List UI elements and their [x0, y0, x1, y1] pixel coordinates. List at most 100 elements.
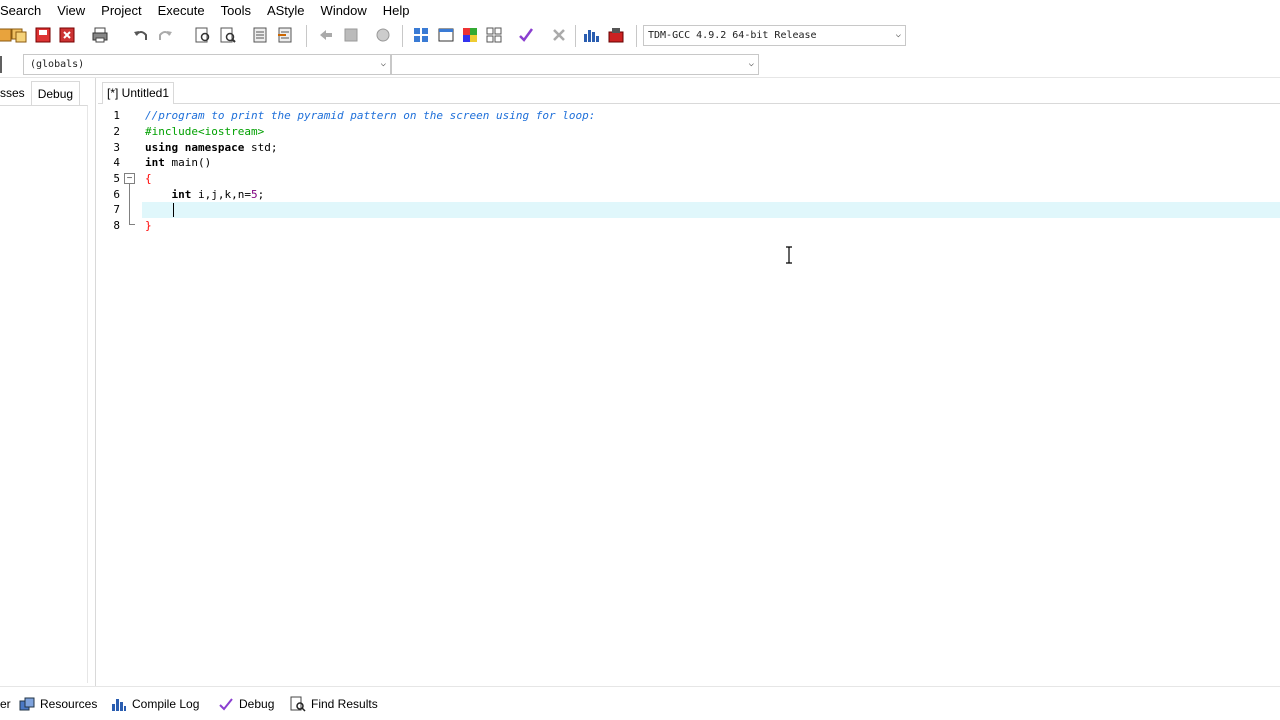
code-line-7 — [145, 202, 172, 218]
tab-classes[interactable]: sses — [0, 81, 31, 105]
toolbar-separator — [402, 25, 403, 47]
current-line-highlight — [142, 202, 1280, 218]
compiler-select[interactable]: TDM-GCC 4.9.2 64-bit Release ⌵ — [643, 25, 906, 46]
print-icon[interactable] — [90, 25, 110, 45]
compiler-select-value: TDM-GCC 4.9.2 64-bit Release — [648, 30, 817, 41]
toolbar-separator — [575, 25, 576, 47]
run-icon[interactable] — [436, 25, 456, 45]
save-all-icon[interactable] — [33, 25, 53, 45]
bottom-panel-tabs: er Resources Compile Log Debug Find Resu… — [0, 686, 1280, 720]
code-text: ; — [257, 188, 265, 201]
profile-icon[interactable] — [606, 25, 626, 45]
tab-resources[interactable]: Resources — [19, 693, 97, 715]
tab-debug-output[interactable]: Debug — [218, 693, 274, 715]
text-caret — [173, 203, 174, 217]
tab-resources-label: Resources — [40, 697, 98, 711]
menu-view[interactable]: View — [49, 0, 93, 21]
code-keyword: int — [145, 156, 165, 169]
code-line-8: } — [145, 218, 152, 234]
code-keyword: int — [171, 188, 192, 201]
menu-project[interactable]: Project — [93, 0, 149, 21]
line-gutter: 1 2 3 4 5 6 7 8 − — [98, 105, 138, 685]
scope-select-value: (globals) — [30, 59, 85, 70]
code-text: std; — [244, 141, 278, 154]
code-preprocessor: #include<iostream> — [145, 125, 265, 138]
fold-guide-end — [129, 224, 135, 225]
menu-bar: Search View Project Execute Tools AStyle… — [0, 0, 1280, 21]
main-toolbar — [0, 21, 1280, 51]
line-number: 2 — [113, 125, 120, 138]
bookmark-icon[interactable] — [373, 25, 393, 45]
fold-guide — [129, 184, 130, 224]
menu-window[interactable]: Window — [313, 0, 375, 21]
code-line-3: using namespace std; — [145, 140, 277, 156]
toolbar-grip — [0, 56, 2, 73]
redo-icon[interactable] — [155, 25, 175, 45]
menu-tools[interactable]: Tools — [213, 0, 259, 21]
left-panel-body — [0, 105, 88, 683]
compile-icon[interactable] — [411, 25, 431, 45]
line-number: 6 — [113, 188, 120, 201]
compile-log-icon — [112, 699, 126, 711]
line-number: 7 — [113, 203, 120, 216]
goto-back-icon[interactable] — [316, 25, 336, 45]
tab-compiler[interactable]: er — [0, 693, 11, 715]
code-brace: } — [145, 219, 152, 232]
goto-forward-icon[interactable] — [341, 25, 361, 45]
compile-run-icon[interactable] — [460, 25, 480, 45]
rebuild-icon[interactable] — [484, 25, 504, 45]
menu-help[interactable]: Help — [375, 0, 418, 21]
tab-debug[interactable]: Debug — [30, 81, 81, 105]
resources-icon — [19, 697, 35, 711]
code-text: main() — [164, 156, 212, 169]
indent-icon[interactable] — [250, 25, 270, 45]
scope-select[interactable]: (globals) ⌵ — [23, 54, 391, 75]
line-number: 8 — [113, 219, 120, 232]
find-icon[interactable] — [193, 25, 213, 45]
tab-debug-label: Debug — [239, 697, 275, 711]
code-line-4: int main() — [145, 155, 211, 171]
ibeam-cursor-icon — [786, 246, 792, 264]
scope-bar: (globals) ⌵ ⌵ — [0, 51, 1280, 78]
line-number: 5 — [113, 172, 120, 185]
menu-execute[interactable]: Execute — [150, 0, 213, 21]
close-icon[interactable] — [57, 25, 77, 45]
code-line-5: { — [145, 171, 152, 187]
replace-icon[interactable] — [218, 25, 238, 45]
code-brace: { — [145, 172, 152, 185]
chevron-down-icon: ⌵ — [895, 30, 901, 40]
stop-icon[interactable] — [549, 25, 569, 45]
code-number: 5 — [250, 188, 258, 201]
tab-untitled1[interactable]: [*] Untitled1 — [102, 82, 175, 104]
find-results-icon — [290, 696, 306, 712]
left-panel-tabs: sses Debug — [0, 81, 96, 105]
chevron-down-icon: ⌵ — [748, 59, 754, 69]
code-line-2: #include<iostream> — [145, 124, 264, 140]
chevron-down-icon: ⌵ — [380, 59, 386, 69]
tab-find-results-label: Find Results — [311, 697, 378, 711]
toolbar-separator — [306, 25, 307, 47]
code-editor[interactable]: 1 2 3 4 5 6 7 8 − //program to print the… — [98, 105, 1280, 685]
tab-compile-log-label: Compile Log — [132, 697, 200, 711]
undo-icon[interactable] — [131, 25, 151, 45]
open-icon[interactable] — [9, 25, 29, 45]
fold-collapse-icon[interactable]: − — [124, 173, 135, 184]
debug-check-icon — [219, 698, 233, 711]
chart-icon[interactable] — [581, 25, 601, 45]
line-number: 3 — [113, 141, 120, 154]
code-text: i,j,k,n= — [191, 188, 251, 201]
member-select[interactable]: ⌵ — [391, 54, 759, 75]
code-keyword: using namespace — [145, 141, 245, 154]
code-line-1: //program to print the pyramid pattern o… — [145, 108, 595, 124]
menu-astyle[interactable]: AStyle — [259, 0, 313, 21]
code-comment: //program to print the pyramid pattern o… — [145, 109, 596, 122]
tab-compile-log[interactable]: Compile Log — [111, 693, 199, 715]
unindent-icon[interactable] — [275, 25, 295, 45]
menu-search[interactable]: Search — [0, 0, 49, 21]
tab-find-results[interactable]: Find Results — [290, 693, 378, 715]
syntax-check-icon[interactable] — [516, 25, 536, 45]
toolbar-separator — [636, 25, 637, 47]
left-panel: sses Debug — [0, 78, 96, 686]
